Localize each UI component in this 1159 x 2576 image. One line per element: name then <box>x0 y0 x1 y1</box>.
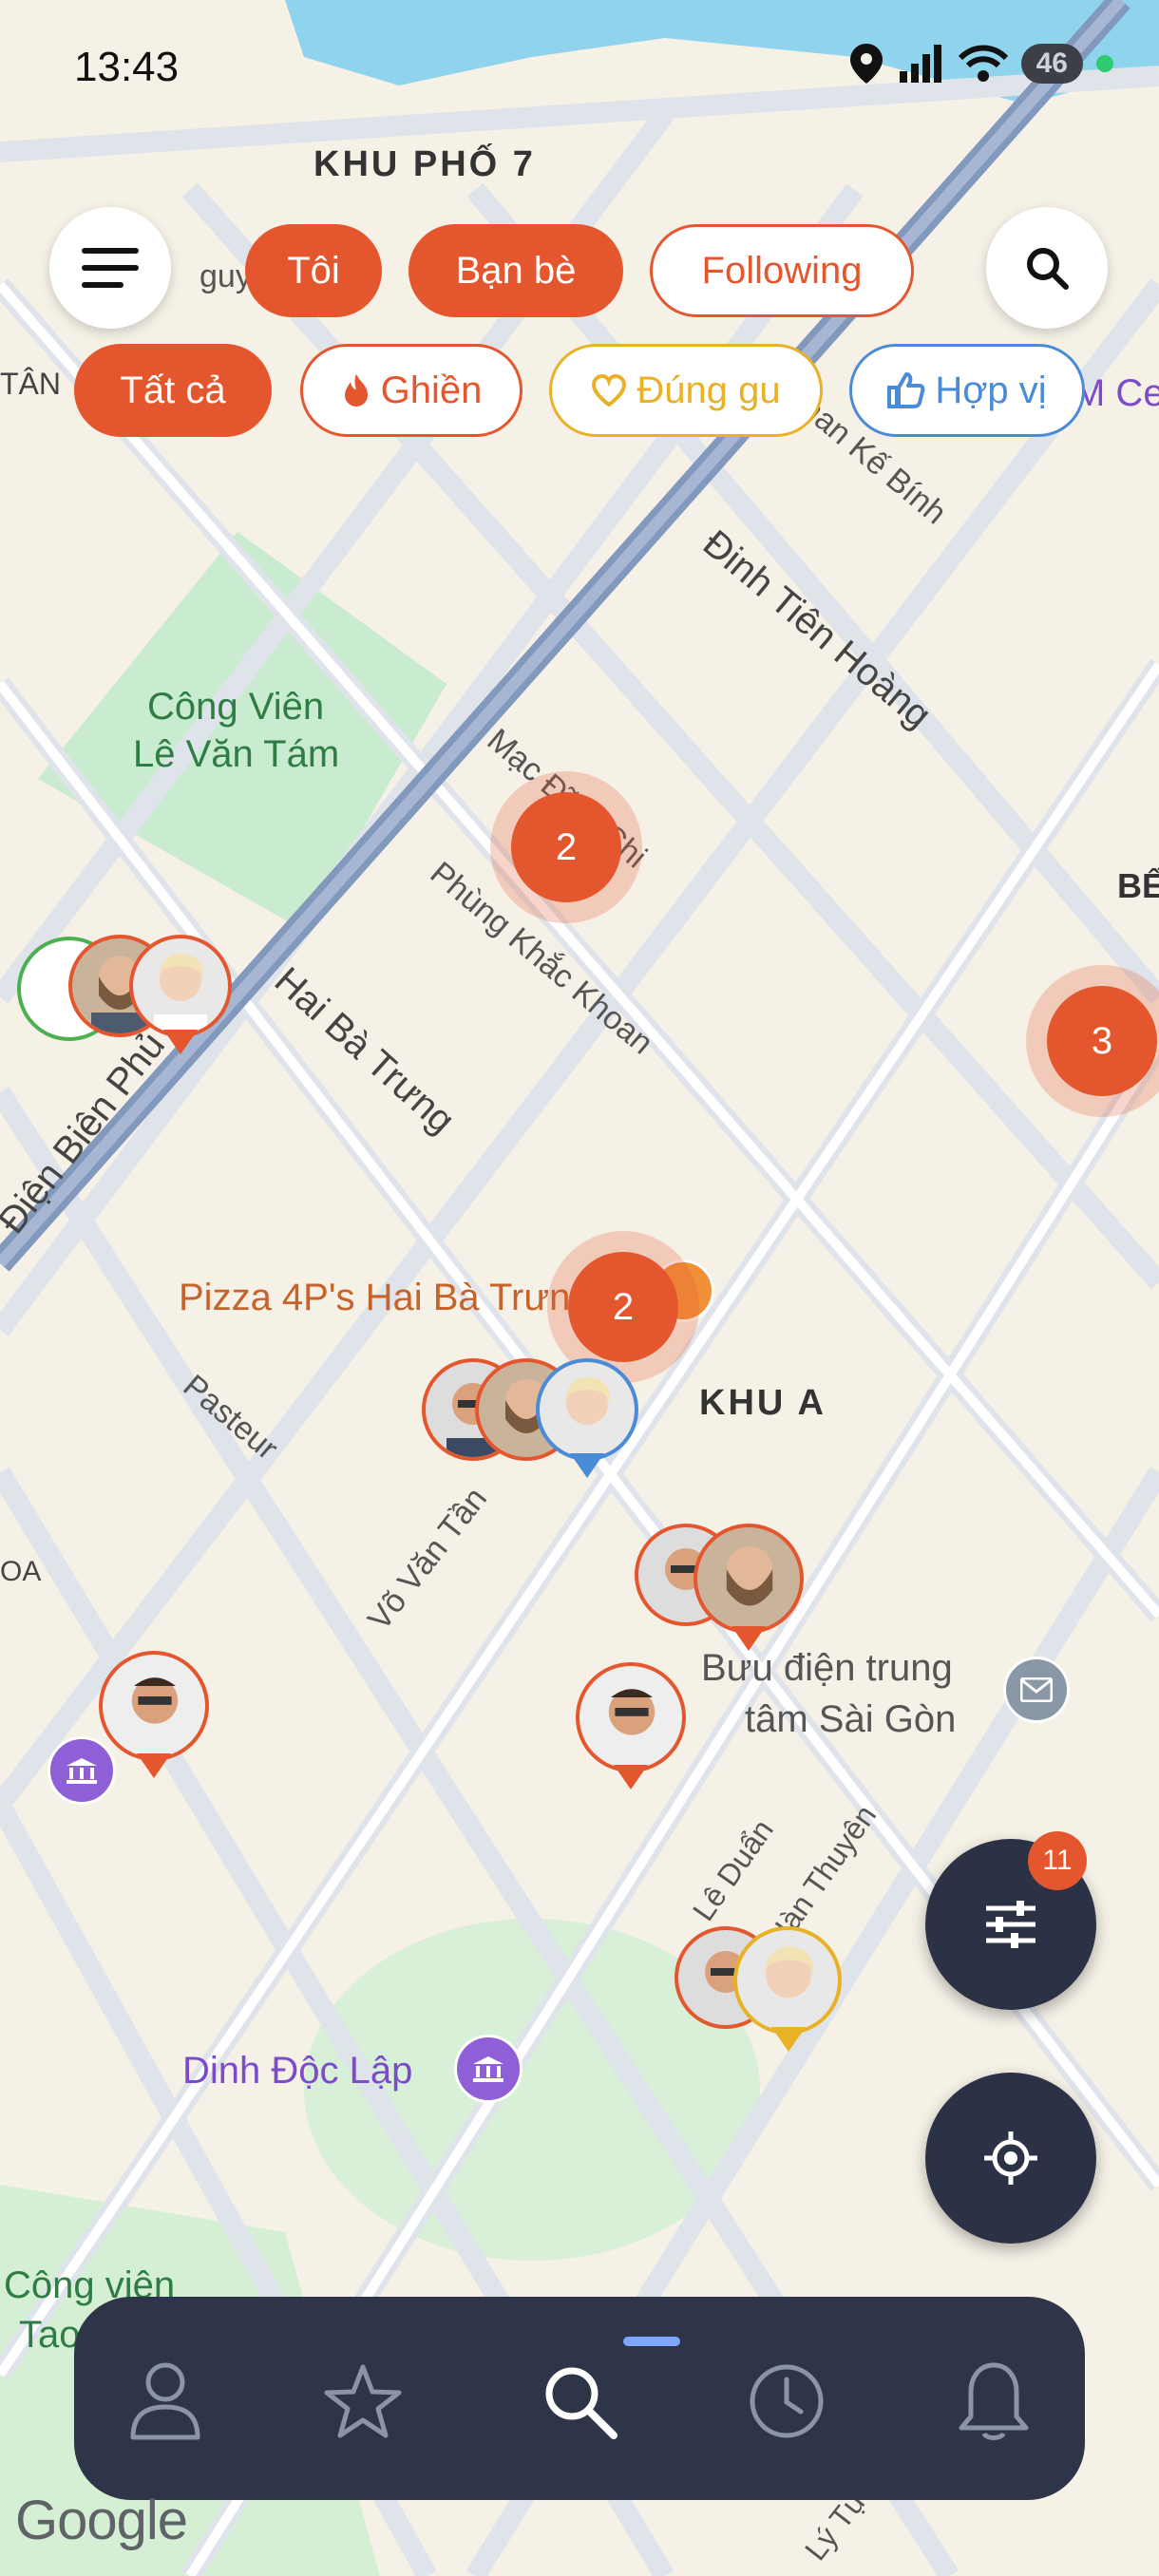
filter-chip-tat-ca[interactable]: Tất cả <box>74 344 272 437</box>
signal-icon <box>899 45 941 83</box>
map-label-oa: OA <box>0 1556 42 1587</box>
avatar <box>99 1651 209 1761</box>
map-label-m-ce: M Ce <box>1074 372 1159 414</box>
filter-chip-label: Bạn bè <box>455 249 577 292</box>
map-cluster[interactable]: 2 <box>490 771 642 923</box>
search-button[interactable] <box>986 207 1108 329</box>
location-icon <box>849 44 883 84</box>
map-label-cong-vien-2: Lê Văn Tám <box>133 733 340 775</box>
search-icon <box>1027 248 1069 290</box>
nav-tab-history[interactable] <box>739 2354 834 2449</box>
filter-chip-ban-be[interactable]: Bạn bè <box>408 224 623 317</box>
hamburger-icon <box>82 248 139 288</box>
map-label-cong-vien-1: Công Viên <box>147 686 325 728</box>
friend-pin-group[interactable] <box>68 935 239 1068</box>
map-label-khu-pho-7: KHU PHỐ 7 <box>314 144 536 184</box>
google-attribution: Google <box>15 2490 188 2551</box>
filter-chip-dung-gu[interactable]: Đúng gu <box>549 344 823 437</box>
friend-pin-group[interactable] <box>422 1358 650 1491</box>
avatar <box>129 935 232 1037</box>
privacy-dot <box>1096 55 1113 72</box>
filter-chip-toi[interactable]: Tôi <box>245 224 382 317</box>
map-label-dinh-doc-lap[interactable]: Dinh Độc Lập <box>182 2050 412 2093</box>
thumbs-up-icon <box>887 372 925 408</box>
person-icon <box>130 2362 200 2440</box>
filter-chip-label: Đúng gu <box>636 369 781 411</box>
map-label-pizza[interactable]: Pizza 4P's Hai Bà Trưng <box>179 1277 592 1319</box>
friend-pin[interactable] <box>576 1662 686 1795</box>
pin-tail <box>137 1753 171 1778</box>
friend-pin[interactable] <box>99 1651 209 1784</box>
menu-button[interactable] <box>49 207 171 329</box>
map-label-buu-dien-2: tâm Sài Gòn <box>745 1698 957 1740</box>
nav-tab-notifications[interactable] <box>946 2354 1041 2449</box>
filter-chip-label: Hợp vị <box>935 369 1047 411</box>
pin-tail <box>570 1453 604 1478</box>
crosshair-icon <box>984 2131 1037 2185</box>
heart-icon <box>592 374 627 407</box>
filter-settings-button[interactable]: 11 <box>925 1831 1096 2010</box>
friend-pin-group[interactable] <box>674 1926 846 2059</box>
bell-icon <box>959 2362 1029 2440</box>
map-label-khu-a: KHU A <box>699 1383 826 1423</box>
star-icon <box>324 2364 402 2438</box>
avatar <box>536 1358 638 1461</box>
pin-tail <box>771 2027 806 2052</box>
filter-chip-following[interactable]: Following <box>650 224 914 317</box>
museum-icon[interactable] <box>454 2035 522 2103</box>
clock-icon <box>750 2364 824 2438</box>
nav-tab-favorites[interactable] <box>315 2354 410 2449</box>
status-bar: 13:43 46 <box>0 38 1159 95</box>
status-time: 13:43 <box>74 44 180 90</box>
battery-indicator: 46 <box>1020 44 1083 84</box>
nav-tab-profile[interactable] <box>118 2354 213 2449</box>
cluster-count: 2 <box>568 1252 678 1362</box>
filter-count-badge: 11 <box>1028 1831 1087 1890</box>
map-label-be: BẾ <box>1117 866 1159 905</box>
cluster-count: 2 <box>511 792 621 902</box>
filter-chip-ghien[interactable]: Ghiền <box>300 344 522 437</box>
wifi-icon <box>958 45 1008 82</box>
filter-chip-label: Following <box>701 249 863 292</box>
avatar <box>694 1524 804 1634</box>
filter-chip-label: Ghiền <box>380 369 483 411</box>
bottom-nav-bar <box>74 2297 1085 2500</box>
pin-tail <box>614 1765 648 1790</box>
map-label-tan: TÂN <box>0 367 61 401</box>
search-icon <box>545 2367 618 2439</box>
nav-tab-search[interactable] <box>532 2354 627 2449</box>
filter-chip-label: Tất cả <box>120 369 226 411</box>
avatar <box>576 1662 686 1772</box>
post-office-icon[interactable] <box>1003 1657 1070 1723</box>
avatar <box>733 1926 842 2035</box>
active-tab-indicator <box>623 2337 680 2346</box>
my-location-button[interactable] <box>925 2073 1096 2244</box>
flame-icon <box>344 374 368 407</box>
cluster-count: 3 <box>1047 986 1157 1096</box>
filter-chip-label: Tôi <box>287 249 340 292</box>
sliders-icon <box>986 1901 1036 1948</box>
friend-pin-group[interactable] <box>635 1524 806 1657</box>
filter-chip-hop-vi[interactable]: Hợp vị <box>849 344 1085 437</box>
pin-tail <box>732 1626 766 1651</box>
pin-tail <box>163 1030 198 1054</box>
